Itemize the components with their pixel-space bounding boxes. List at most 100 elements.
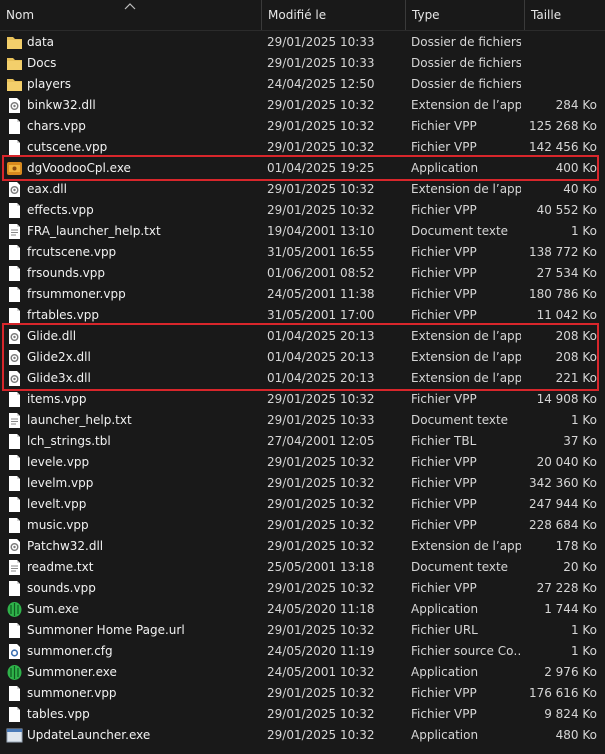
dll-icon xyxy=(6,349,23,366)
file-size: 27 228 Ko xyxy=(536,581,597,595)
column-header-size[interactable]: Taille xyxy=(524,0,605,30)
file-name: frtables.vpp xyxy=(27,308,99,322)
file-size xyxy=(525,53,597,74)
file-size: 1 Ko xyxy=(570,623,597,637)
file-size: 176 616 Ko xyxy=(528,686,597,700)
file-row[interactable]: frtables.vpp 31/05/2001 17:00 Fichier VPP 1… xyxy=(0,305,605,326)
file-modified-date: 25/05/2001 13:18 xyxy=(267,560,375,574)
file-row[interactable]: players 24/04/2025 12:50 Dossier de fichie… xyxy=(0,74,605,95)
file-row[interactable]: dgVoodooCpl.exe 01/04/2025 19:25 Applicati… xyxy=(0,158,605,179)
file-name: summoner.vpp xyxy=(27,686,117,700)
file-modified-date: 01/04/2025 20:13 xyxy=(267,329,375,343)
file-name: dgVoodooCpl.exe xyxy=(27,161,131,175)
file-name: Glide.dll xyxy=(27,329,77,343)
file-size: 40 552 Ko xyxy=(536,203,597,217)
file-modified-date: 29/01/2025 10:32 xyxy=(267,392,375,406)
file-size: 178 Ko xyxy=(555,539,597,553)
file-row[interactable]: Sum.exe 24/05/2020 11:18 Application 1 744 … xyxy=(0,599,605,620)
file-row[interactable]: sounds.vpp 29/01/2025 10:32 Fichier VPP 27 … xyxy=(0,578,605,599)
file-name: tables.vpp xyxy=(27,707,90,721)
file-name: frsounds.vpp xyxy=(27,266,105,280)
file-icon xyxy=(6,622,23,639)
file-name: Summoner Home Page.url xyxy=(27,623,185,637)
file-type: Extension de l’app… xyxy=(411,329,521,343)
file-modified-date: 29/01/2025 10:33 xyxy=(267,35,375,49)
file-name: eax.dll xyxy=(27,182,67,196)
file-size: 208 Ko xyxy=(555,329,597,343)
file-row[interactable]: Glide3x.dll 01/04/2025 20:13 Extension de … xyxy=(0,368,605,389)
file-type: Fichier VPP xyxy=(411,518,477,532)
file-row[interactable]: UpdateLauncher.exe 29/01/2025 10:32 Applic… xyxy=(0,725,605,746)
file-type: Fichier URL xyxy=(411,623,478,637)
file-name: launcher_help.txt xyxy=(27,413,132,427)
file-row[interactable]: levele.vpp 29/01/2025 10:32 Fichier VPP 20 … xyxy=(0,452,605,473)
file-row[interactable]: summoner.cfg 24/05/2020 11:19 Fichier sour… xyxy=(0,641,605,662)
file-row[interactable]: Glide2x.dll 01/04/2025 20:13 Extension de … xyxy=(0,347,605,368)
dll-icon xyxy=(6,370,23,387)
file-row[interactable]: Glide.dll 01/04/2025 20:13 Extension de l’… xyxy=(0,326,605,347)
file-row[interactable]: binkw32.dll 29/01/2025 10:32 Extension de … xyxy=(0,95,605,116)
file-name: data xyxy=(27,35,55,49)
column-header-modified[interactable]: Modifié le xyxy=(261,0,405,30)
file-row[interactable]: lch_strings.tbl 27/04/2001 12:05 Fichier T… xyxy=(0,431,605,452)
file-row[interactable]: readme.txt 25/05/2001 13:18 Document texte… xyxy=(0,557,605,578)
file-row[interactable]: launcher_help.txt 29/01/2025 10:33 Documen… xyxy=(0,410,605,431)
file-icon xyxy=(6,202,23,219)
file-modified-date: 01/04/2025 20:13 xyxy=(267,350,375,364)
file-type: Extension de l’app… xyxy=(411,98,521,112)
file-size: 142 456 Ko xyxy=(528,140,597,154)
file-row[interactable]: levelt.vpp 29/01/2025 10:32 Fichier VPP 247… xyxy=(0,494,605,515)
file-row[interactable]: summoner.vpp 29/01/2025 10:32 Fichier VPP 1… xyxy=(0,683,605,704)
file-name: music.vpp xyxy=(27,518,89,532)
file-row[interactable]: items.vpp 29/01/2025 10:32 Fichier VPP 14 9… xyxy=(0,389,605,410)
file-row[interactable]: cutscene.vpp 29/01/2025 10:32 Fichier VPP 1… xyxy=(0,137,605,158)
file-row[interactable]: data 29/01/2025 10:33 Dossier de fichiers xyxy=(0,32,605,53)
file-size: 14 908 Ko xyxy=(536,392,597,406)
file-name: players xyxy=(27,77,71,91)
file-type: Dossier de fichiers xyxy=(411,56,521,70)
dgvoodoo-icon xyxy=(6,160,23,177)
file-row[interactable]: frcutscene.vpp 31/05/2001 16:55 Fichier VP… xyxy=(0,242,605,263)
file-row[interactable]: Docs 29/01/2025 10:33 Dossier de fichiers xyxy=(0,53,605,74)
file-name: levelm.vpp xyxy=(27,476,94,490)
config-file-icon xyxy=(6,643,23,660)
file-size: 1 Ko xyxy=(570,644,597,658)
file-name: binkw32.dll xyxy=(27,98,96,112)
file-name: sounds.vpp xyxy=(27,581,96,595)
file-name: Glide2x.dll xyxy=(27,350,91,364)
file-size xyxy=(525,32,597,53)
file-list: data 29/01/2025 10:33 Dossier de fichiers D… xyxy=(0,32,605,746)
file-modified-date: 29/01/2025 10:32 xyxy=(267,455,375,469)
file-name: items.vpp xyxy=(27,392,87,406)
column-header-name[interactable]: Nom xyxy=(0,0,261,30)
file-name: levelt.vpp xyxy=(27,497,87,511)
dll-icon xyxy=(6,181,23,198)
file-type: Extension de l’app… xyxy=(411,182,521,196)
file-size: 208 Ko xyxy=(555,350,597,364)
file-icon xyxy=(6,265,23,282)
file-row[interactable]: levelm.vpp 29/01/2025 10:32 Fichier VPP 342… xyxy=(0,473,605,494)
file-row[interactable]: frsounds.vpp 01/06/2001 08:52 Fichier VPP 2… xyxy=(0,263,605,284)
file-icon xyxy=(6,496,23,513)
file-row[interactable]: chars.vpp 29/01/2025 10:32 Fichier VPP 125 … xyxy=(0,116,605,137)
file-row[interactable]: Summoner.exe 24/05/2001 10:32 Application 2… xyxy=(0,662,605,683)
file-row[interactable]: Patchw32.dll 29/01/2025 10:32 Extension de… xyxy=(0,536,605,557)
file-row[interactable]: effects.vpp 29/01/2025 10:32 Fichier VPP 40… xyxy=(0,200,605,221)
file-modified-date: 24/05/2020 11:19 xyxy=(267,644,375,658)
file-type: Fichier VPP xyxy=(411,581,477,595)
file-row[interactable]: tables.vpp 29/01/2025 10:32 Fichier VPP 9 8… xyxy=(0,704,605,725)
folder-icon xyxy=(6,76,23,93)
file-row[interactable]: FRA_launcher_help.txt 19/04/2001 13:10 Doc… xyxy=(0,221,605,242)
file-modified-date: 01/06/2001 08:52 xyxy=(267,266,375,280)
file-icon xyxy=(6,139,23,156)
file-row[interactable]: frsummoner.vpp 24/05/2001 11:38 Fichier VP… xyxy=(0,284,605,305)
file-modified-date: 24/05/2001 11:38 xyxy=(267,287,375,301)
column-header-type[interactable]: Type xyxy=(405,0,524,30)
file-row[interactable]: Summoner Home Page.url 29/01/2025 10:32 Fi… xyxy=(0,620,605,641)
file-row[interactable]: music.vpp 29/01/2025 10:32 Fichier VPP 228 … xyxy=(0,515,605,536)
file-type: Document texte xyxy=(411,413,509,427)
file-type: Fichier VPP xyxy=(411,476,477,490)
file-size: 2 976 Ko xyxy=(544,665,597,679)
file-row[interactable]: eax.dll 29/01/2025 10:32 Extension de l’ap… xyxy=(0,179,605,200)
file-icon xyxy=(6,454,23,471)
